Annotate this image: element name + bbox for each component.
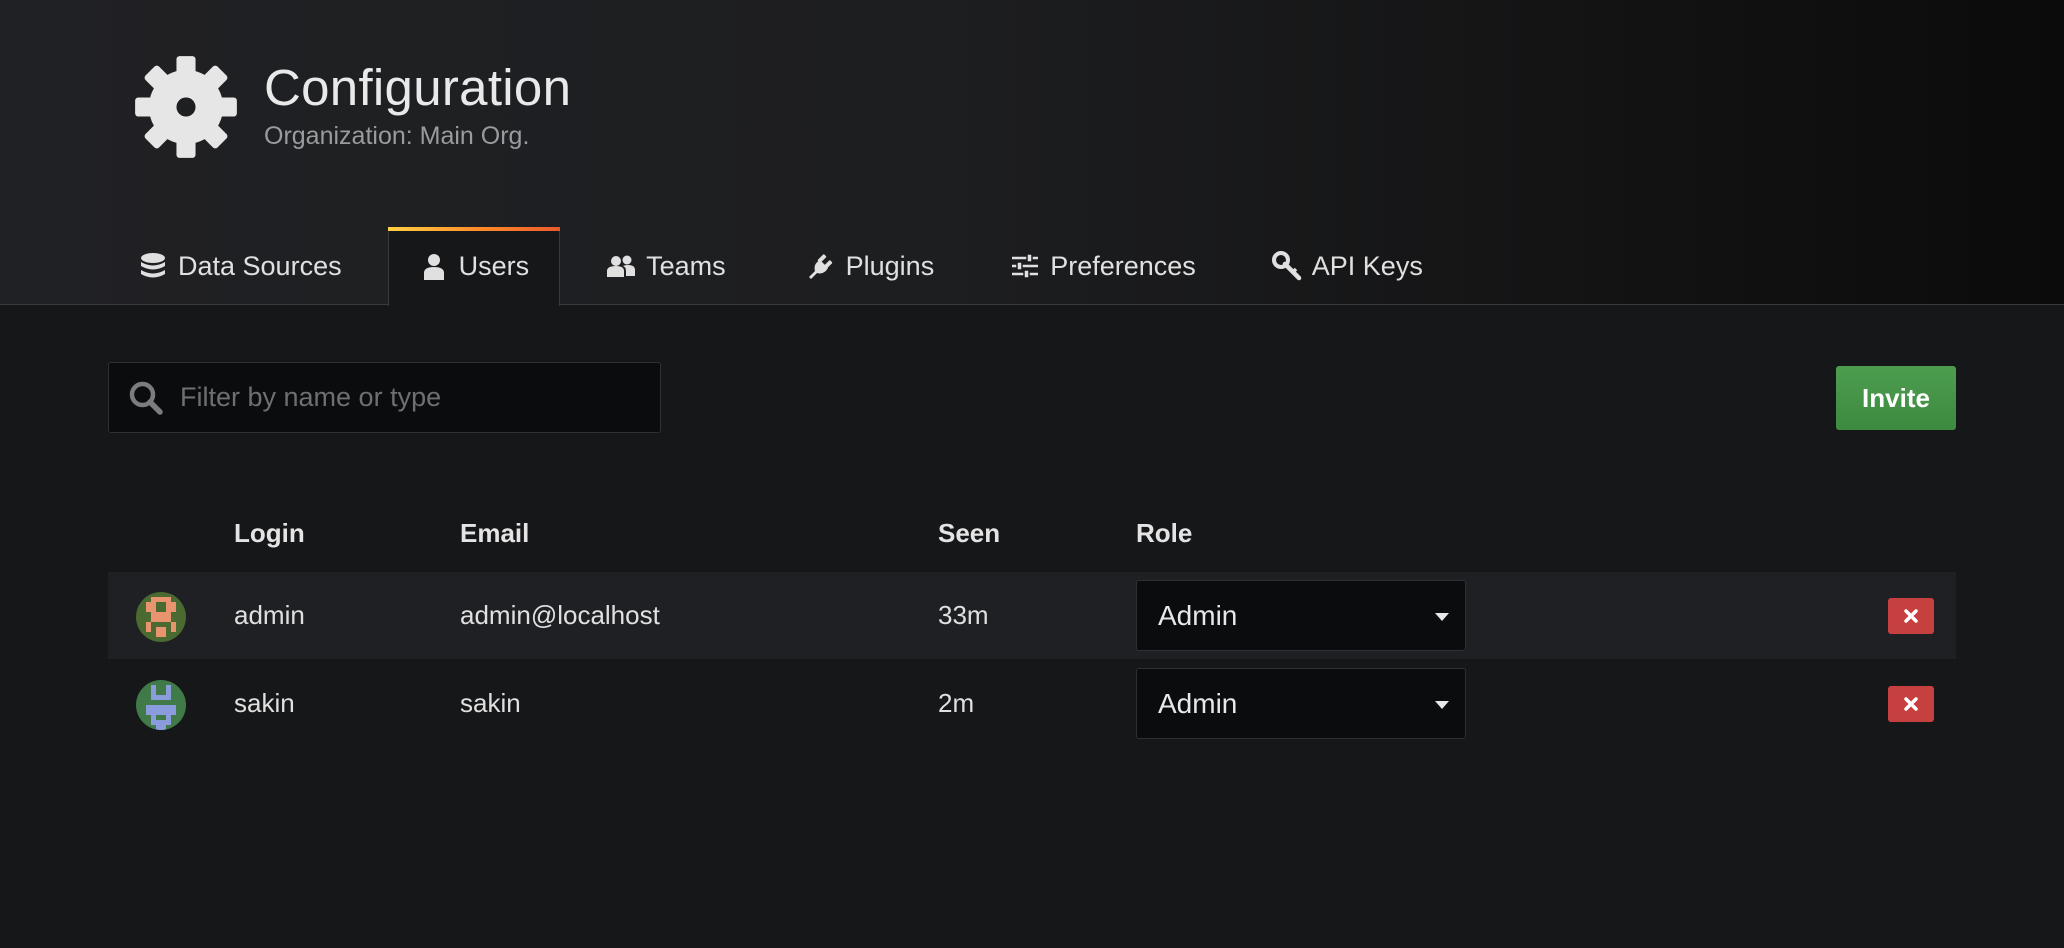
tab-data-sources[interactable]: Data Sources (108, 227, 388, 305)
page-subtitle: Organization: Main Org. (264, 122, 530, 150)
avatar (136, 592, 186, 642)
column-header-role: Role (1136, 518, 1193, 548)
tab-api-keys[interactable]: API Keys (1240, 227, 1455, 305)
tab-label: API Keys (1311, 250, 1423, 281)
table-row: admin admin@localhost 33m Admin (108, 572, 1956, 659)
column-header-email: Email (460, 518, 530, 548)
tab-users[interactable]: Users (387, 227, 561, 306)
page-title: Configuration (264, 59, 572, 116)
users-icon (606, 251, 636, 281)
sliders-icon (1010, 251, 1040, 281)
tab-label: Data Sources (178, 250, 342, 281)
filter-input[interactable] (180, 382, 620, 413)
column-header-seen: Seen (938, 518, 1001, 548)
user-icon (419, 252, 449, 282)
database-icon (138, 251, 168, 281)
tab-label: Users (458, 251, 530, 281)
tab-label: Plugins (845, 250, 935, 281)
close-icon (1904, 697, 1918, 711)
tab-label: Preferences (1050, 250, 1196, 281)
config-tabs: Data Sources Users Teams Plugins Prefere… (108, 227, 1455, 306)
role-select[interactable]: Admin (1136, 580, 1466, 651)
invite-button[interactable]: Invite (1836, 366, 1956, 430)
role-value: Admin (1158, 687, 1238, 719)
chevron-down-icon (1435, 701, 1449, 709)
delete-user-button[interactable] (1888, 686, 1934, 722)
plug-icon (806, 251, 836, 281)
close-icon (1904, 609, 1918, 623)
login-cell: sakin (234, 688, 295, 718)
tab-label: Teams (646, 250, 726, 281)
seen-cell: 33m (938, 600, 989, 630)
role-value: Admin (1158, 599, 1238, 631)
gear-icon (135, 56, 237, 158)
tab-teams[interactable]: Teams (574, 227, 774, 305)
key-icon (1271, 251, 1302, 281)
delete-user-button[interactable] (1888, 598, 1934, 634)
table-row: sakin sakin 2m Admin (108, 660, 1956, 747)
filter-box (108, 362, 661, 433)
chevron-down-icon (1435, 613, 1449, 621)
login-cell: admin (234, 600, 305, 630)
seen-cell: 2m (938, 688, 975, 718)
tab-preferences[interactable]: Preferences (978, 227, 1240, 305)
role-select[interactable]: Admin (1136, 668, 1466, 739)
avatar (136, 680, 186, 730)
email-cell: admin@localhost (460, 600, 660, 630)
column-header-login: Login (234, 518, 305, 548)
search-icon (128, 380, 164, 416)
tab-plugins[interactable]: Plugins (774, 227, 979, 305)
page-header: Configuration Organization: Main Org. Da… (0, 0, 2064, 306)
email-cell: sakin (460, 688, 521, 718)
